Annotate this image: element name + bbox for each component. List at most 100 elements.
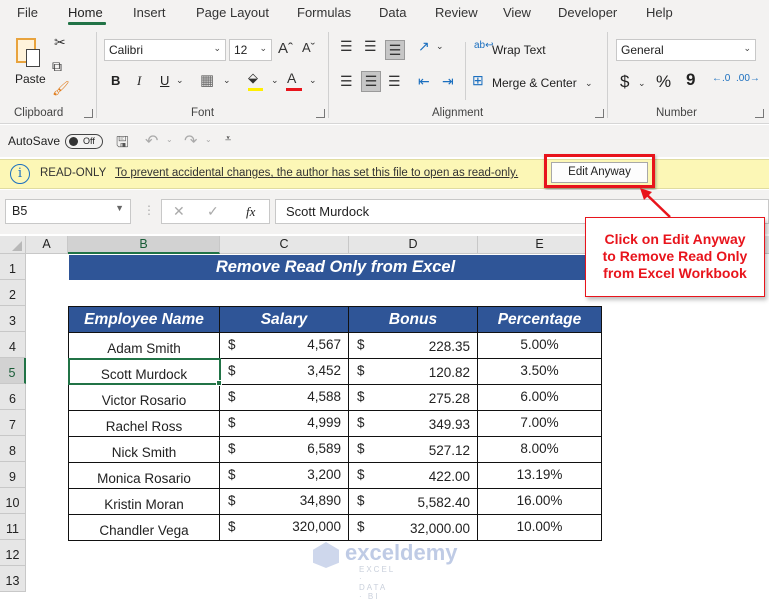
employee-name-cell[interactable]: Rachel Ross [68,410,220,437]
font-launcher-icon[interactable] [316,109,325,118]
font-size-dropdown[interactable]: 12 ⌄ [229,39,272,61]
bold-button[interactable]: B [111,73,120,88]
percentage-cell[interactable]: 6.00% [477,384,602,411]
orientation-icon[interactable]: ↗ [418,38,430,55]
tab-page-layout[interactable]: Page Layout [196,5,269,20]
chevron-down-icon[interactable]: ⌄ [585,78,593,89]
tab-help[interactable]: Help [646,5,673,20]
row-header-9[interactable]: 9 [0,462,26,488]
wrap-text-button[interactable]: Wrap Text [492,43,546,57]
employee-name-cell[interactable]: Monica Rosario [68,462,220,489]
employee-name-cell[interactable]: Victor Rosario [68,384,220,411]
tab-file[interactable]: File [17,5,38,20]
alignment-launcher-icon[interactable] [595,109,604,118]
font-color-icon[interactable]: A [287,70,296,86]
save-icon[interactable]: 🖫 [116,132,129,157]
header-employee-name[interactable]: Employee Name [68,306,220,333]
salary-cell[interactable]: $320,000 [219,514,349,541]
read-only-message-link[interactable]: To prevent accidental changes, the autho… [115,167,518,179]
salary-cell[interactable]: $4,588 [219,384,349,411]
edit-anyway-button[interactable]: Edit Anyway [551,162,648,183]
borders-icon[interactable]: ▦ [200,71,214,89]
autosave-toggle[interactable]: Off [65,134,103,149]
bonus-cell[interactable]: $32,000.00 [348,514,478,541]
decrease-decimal-icon[interactable]: .00→ [736,73,760,84]
bonus-cell[interactable]: $5,582.40 [348,488,478,515]
percentage-cell[interactable]: 13.19% [477,462,602,489]
name-box[interactable]: B5 ▼ [5,199,131,224]
salary-cell[interactable]: $3,200 [219,462,349,489]
employee-name-cell[interactable]: Kristin Moran [68,488,220,515]
chevron-down-icon[interactable]: ⌄ [223,75,231,86]
row-header-13[interactable]: 13 [0,566,26,592]
decrease-indent-icon[interactable]: ⇤ [418,73,430,90]
header-percentage[interactable]: Percentage [477,306,602,333]
format-painter-icon[interactable]: 🖌 [52,80,70,97]
font-name-dropdown[interactable]: Calibri ⌄ [104,39,226,61]
formula-bar-grip-icon[interactable]: ⋮ [143,203,155,217]
tab-insert[interactable]: Insert [133,5,166,20]
percentage-cell[interactable]: 7.00% [477,410,602,437]
percentage-cell[interactable]: 16.00% [477,488,602,515]
percentage-cell[interactable]: 3.50% [477,358,602,385]
tab-data[interactable]: Data [379,5,406,20]
row-header-12[interactable]: 12 [0,540,26,566]
chevron-down-icon[interactable]: ⌄ [176,75,184,86]
employee-name-cell[interactable]: Nick Smith [68,436,220,463]
bonus-cell[interactable]: $422.00 [348,462,478,489]
header-salary[interactable]: Salary [219,306,349,333]
row-header-3[interactable]: 3 [0,306,26,332]
bonus-cell[interactable]: $228.35 [348,332,478,359]
cancel-icon[interactable]: ✕ [173,203,185,220]
salary-cell[interactable]: $34,890 [219,488,349,515]
customize-qat-icon[interactable]: ⩡ [225,133,231,146]
column-header-e[interactable]: E [478,236,602,254]
tab-home[interactable]: Home [68,5,103,20]
column-header-d[interactable]: D [349,236,478,254]
percentage-cell[interactable]: 10.00% [477,514,602,541]
number-launcher-icon[interactable] [755,109,764,118]
chevron-down-icon[interactable]: ⌄ [271,75,279,86]
decrease-font-size-icon[interactable]: Aˇ [302,40,315,55]
column-header-a[interactable]: A [26,236,68,254]
employee-name-cell[interactable]: Chandler Vega [68,514,220,541]
top-align-icon[interactable]: ☰ [340,38,353,55]
row-header-8[interactable]: 8 [0,436,26,462]
percentage-cell[interactable]: 8.00% [477,436,602,463]
currency-button[interactable]: $ [620,72,629,92]
row-header-7[interactable]: 7 [0,410,26,436]
enter-icon[interactable]: ✓ [207,203,219,220]
align-left-icon[interactable]: ☰ [340,73,353,90]
tab-view[interactable]: View [503,5,531,20]
increase-indent-icon[interactable]: ⇥ [442,73,454,90]
middle-align-icon[interactable]: ☰ [364,38,377,55]
undo-icon[interactable]: ↶ [145,131,158,151]
tab-review[interactable]: Review [435,5,478,20]
tab-formulas[interactable]: Formulas [297,5,351,20]
italic-button[interactable]: I [137,73,141,89]
row-header-5[interactable]: 5 [0,358,26,384]
increase-decimal-icon[interactable]: ←.0 [712,73,730,84]
merge-center-button[interactable]: Merge & Center [492,76,577,90]
align-center-icon[interactable]: ☰ [361,71,381,92]
bonus-cell[interactable]: $120.82 [348,358,478,385]
bonus-cell[interactable]: $349.93 [348,410,478,437]
column-header-c[interactable]: C [220,236,349,254]
row-header-2[interactable]: 2 [0,280,26,306]
employee-name-cell[interactable]: Adam Smith [68,332,220,359]
percent-button[interactable]: % [656,72,671,92]
column-header-b[interactable]: B [68,236,220,254]
salary-cell[interactable]: $6,589 [219,436,349,463]
row-header-6[interactable]: 6 [0,384,26,410]
chevron-down-icon[interactable]: ⌄ [309,75,317,86]
bonus-cell[interactable]: $275.28 [348,384,478,411]
redo-icon[interactable]: ↷ [184,131,197,151]
salary-cell[interactable]: $4,999 [219,410,349,437]
paste-button[interactable]: Paste [12,32,46,90]
salary-cell[interactable]: $3,452 [219,358,349,385]
percentage-cell[interactable]: 5.00% [477,332,602,359]
insert-function-icon[interactable]: fx [246,204,255,220]
bonus-cell[interactable]: $527.12 [348,436,478,463]
chevron-down-icon[interactable]: ⌄ [205,135,212,144]
comma-style-button[interactable]: 9 [686,70,695,90]
